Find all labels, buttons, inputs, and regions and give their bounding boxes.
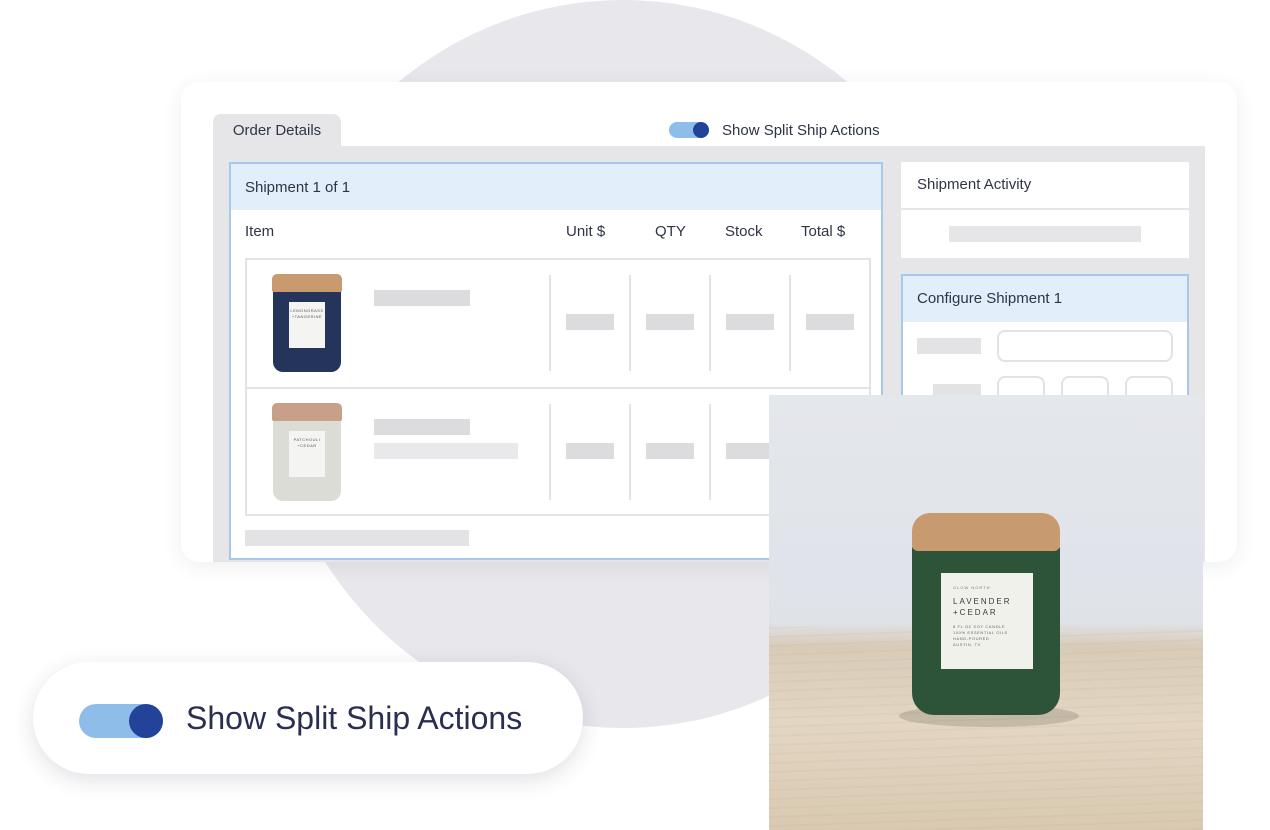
candle-label: GLOW NORTH LAVENDER +CEDAR 8 FL OZ SOY C… [941, 573, 1033, 669]
split-ship-callout: Show Split Ship Actions [33, 662, 583, 774]
column-header-unit-price: Unit $ [566, 223, 606, 240]
split-ship-toggle[interactable]: Show Split Ship Actions [669, 120, 880, 140]
stock-placeholder [726, 314, 774, 330]
callout-toggle-label: Show Split Ship Actions [186, 700, 523, 736]
qty-placeholder [646, 314, 694, 330]
column-header-item: Item [245, 223, 275, 240]
column-header-stock: Stock [725, 223, 763, 240]
product-photo: GLOW NORTH LAVENDER +CEDAR 8 FL OZ SOY C… [769, 395, 1203, 830]
toggle-knob [129, 704, 163, 738]
item-name-placeholder [374, 419, 470, 435]
toggle-knob [693, 122, 709, 138]
toggle-switch[interactable] [669, 122, 709, 138]
candle-lid [912, 513, 1060, 551]
unit-price-placeholder [566, 443, 614, 459]
product-image: PATCHOULI +CEDAR [271, 403, 343, 503]
item-name-placeholder [374, 290, 470, 306]
item-variant-placeholder [374, 443, 518, 459]
column-header-total: Total $ [801, 223, 846, 240]
shipment-activity-panel: Shipment Activity [901, 162, 1189, 258]
product-image: LEMONGRASS +TANGERINE [271, 274, 343, 374]
field-label-placeholder [917, 338, 981, 354]
tab-order-details[interactable]: Order Details [213, 114, 341, 150]
toggle-switch-large[interactable] [79, 704, 163, 738]
candle-name-line1: LAVENDER [953, 597, 1012, 606]
candle-name-line2: +CEDAR [953, 608, 998, 617]
config-input[interactable] [997, 330, 1173, 362]
shipment-title: Shipment 1 of 1 [231, 164, 881, 210]
candle-brand: GLOW NORTH [953, 585, 991, 590]
qty-placeholder [646, 443, 694, 459]
product-label-text: LEMONGRASS +TANGERINE [289, 302, 325, 348]
column-header-qty: QTY [655, 223, 686, 240]
product-label-text: PATCHOULI +CEDAR [289, 431, 325, 477]
configure-shipment-title: Configure Shipment 1 [903, 276, 1187, 322]
toggle-label: Show Split Ship Actions [722, 121, 880, 139]
candle-desc-line4: AUSTIN, TX [953, 642, 981, 647]
shipment-activity-title: Shipment Activity [901, 162, 1189, 210]
table-header: Item Unit $ QTY Stock Total $ [231, 210, 881, 258]
total-placeholder [806, 314, 854, 330]
activity-placeholder [949, 226, 1141, 242]
unit-price-placeholder [566, 314, 614, 330]
footer-placeholder [245, 530, 469, 546]
table-row[interactable]: LEMONGRASS +TANGERINE [247, 260, 869, 387]
stock-placeholder [726, 443, 774, 459]
